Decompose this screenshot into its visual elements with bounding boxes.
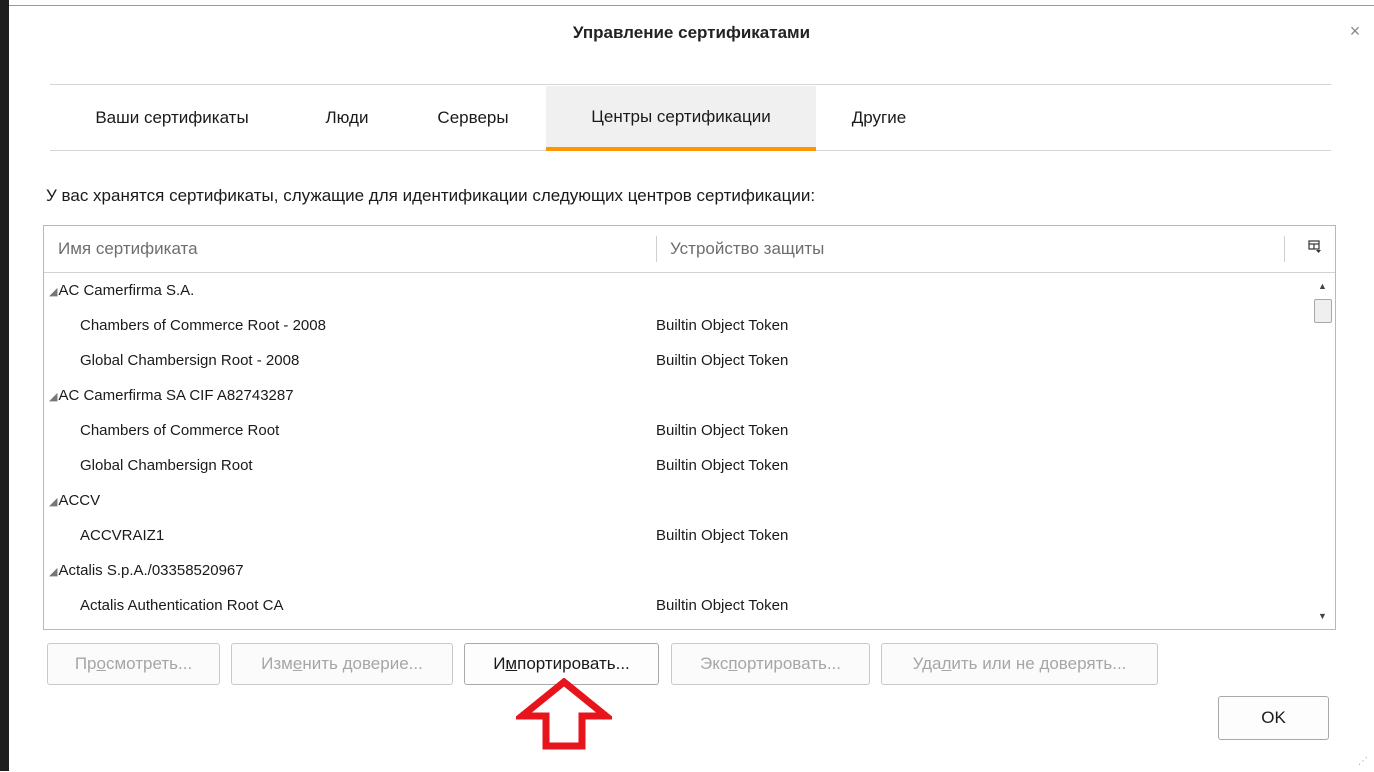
tree-rows: ◢AC Camerfirma S.A. Chambers of Commerce… [44, 273, 1310, 629]
tree-row-group[interactable]: ◢AC Camerfirma SA CIF A82743287 [44, 378, 1310, 413]
scroll-up-arrow-icon[interactable]: ▲ [1310, 279, 1335, 293]
edit-trust-button[interactable]: Изм е нить доверие... [231, 643, 453, 685]
tree-row-certificate[interactable]: Global Chambersign Root - 2008 Builtin O… [44, 343, 1310, 378]
close-icon[interactable]: × [1344, 20, 1366, 42]
tab-servers[interactable]: Серверы [400, 86, 546, 150]
column-separator[interactable] [656, 236, 657, 262]
tree-row-group[interactable]: ◢ACCV [44, 483, 1310, 518]
tree-row-certificate[interactable]: Actalis Authentication Root CA Builtin O… [44, 588, 1310, 623]
certificate-name: Global Chambersign Root [80, 457, 253, 474]
expanded-twisty-icon[interactable]: ◢ [49, 566, 57, 578]
tab-bar: Ваши сертификаты Люди Серверы Центры сер… [50, 86, 1331, 151]
row-token: Builtin Object Token [656, 422, 789, 439]
certificate-name: Global Chambersign Root - 2008 [80, 352, 300, 369]
dialog-title: Управление сертификатами [572, 23, 811, 42]
tree-header: Имя сертификата Устройство защиты [44, 226, 1335, 273]
column-header-device[interactable]: Устройство защиты [670, 226, 1270, 272]
tree-row-group[interactable]: ◢Actalis S.p.A./03358520967 [44, 553, 1310, 588]
window-left-edge [0, 0, 9, 771]
row-token: Builtin Object Token [656, 527, 789, 544]
tree-row-certificate[interactable]: Chambers of Commerce Root - 2008 Builtin… [44, 308, 1310, 343]
tree-row-certificate[interactable]: ACCVRAIZ1 Builtin Object Token [44, 518, 1310, 553]
ok-button[interactable]: OK [1218, 696, 1329, 740]
row-token: Builtin Object Token [656, 457, 789, 474]
certificate-tree[interactable]: Имя сертификата Устройство защиты ◢AC Ca… [43, 225, 1336, 630]
resize-grip-icon[interactable]: ⋰ [1358, 756, 1370, 768]
row-token: Builtin Object Token [656, 317, 789, 334]
red-up-arrow-annotation [516, 678, 612, 750]
delete-or-distrust-button[interactable]: Уда л ить или не доверять... [881, 643, 1158, 685]
row-token: Builtin Object Token [656, 597, 789, 614]
authorities-description: У вас хранятся сертификаты, служащие для… [46, 186, 816, 205]
scroll-thumb[interactable] [1314, 299, 1332, 323]
expanded-twisty-icon[interactable]: ◢ [49, 286, 57, 298]
view-button[interactable]: Пр о смотреть... [47, 643, 220, 685]
group-name: AC Camerfirma SA CIF A82743287 [58, 387, 294, 404]
certificate-name: Chambers of Commerce Root - 2008 [80, 317, 326, 334]
expanded-twisty-icon[interactable]: ◢ [49, 391, 57, 403]
column-header-name[interactable]: Имя сертификата [58, 226, 648, 272]
tab-your-certificates[interactable]: Ваши сертификаты [50, 86, 294, 150]
tree-row-group[interactable]: ◢AC Camerfirma S.A. [44, 273, 1310, 308]
tabs-top-divider [50, 84, 1331, 85]
tree-scrollbar[interactable]: ▲ ▼ [1310, 273, 1335, 629]
row-token: Builtin Object Token [656, 352, 789, 369]
group-name: Actalis S.p.A./03358520967 [58, 562, 244, 579]
group-name: AC Camerfirma S.A. [58, 282, 195, 299]
certificate-manager-dialog: Управление сертификатами × Ваши сертифик… [9, 5, 1374, 772]
expanded-twisty-icon[interactable]: ◢ [49, 496, 57, 508]
title-bar: Управление сертификатами × [9, 6, 1374, 60]
export-button[interactable]: Экс п ортировать... [671, 643, 870, 685]
group-name: ACCV [58, 492, 101, 509]
certificate-name: ACCVRAIZ1 [80, 527, 165, 544]
tab-others[interactable]: Другие [816, 86, 942, 150]
tab-authorities[interactable]: Центры сертификации [546, 86, 816, 151]
tree-row-certificate[interactable]: Global Chambersign Root Builtin Object T… [44, 448, 1310, 483]
column-picker-icon[interactable] [1307, 240, 1323, 256]
certificate-name: Actalis Authentication Root CA [80, 597, 284, 614]
column-separator[interactable] [1284, 236, 1285, 262]
certificate-name: Chambers of Commerce Root [80, 422, 280, 439]
tab-people[interactable]: Люди [294, 86, 400, 150]
tree-row-certificate[interactable]: Chambers of Commerce Root Builtin Object… [44, 413, 1310, 448]
scroll-down-arrow-icon[interactable]: ▼ [1310, 609, 1335, 623]
